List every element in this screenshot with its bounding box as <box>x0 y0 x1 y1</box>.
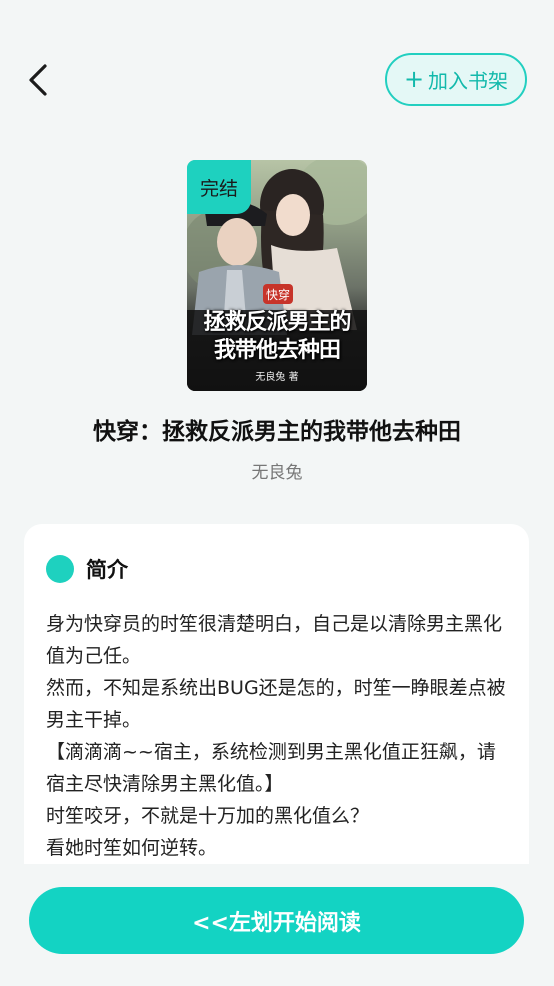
add-to-shelf-label: 加入书架 <box>428 69 509 93</box>
book-title: 快穿：拯救反派男主的我带他去种田 <box>93 419 461 445</box>
cover-title: 拯救反派男主的我带他去种田 <box>203 309 351 363</box>
intro-paragraph: 【滴滴滴~~宿主，系统检测到男主黑化值正狂飙，请宿主尽快清除男主黑化值。】 <box>46 741 496 795</box>
intro-text: 身为快穿员的时笙很清楚明白，自己是以清除男主黑化值为己任。 然而，不知是系统出B… <box>46 608 506 864</box>
genre-tag: 快穿 <box>263 284 293 304</box>
section-dot-icon <box>46 555 74 583</box>
intro-paragraph: 时笙咬牙，不就是十万加的黑化值么？ <box>46 805 370 827</box>
cover-author: 无良兔 著 <box>255 372 299 383</box>
intro-paragraph: 身为快穿员的时笙很清楚明白，自己是以清除男主黑化值为己任。 <box>46 613 503 667</box>
add-to-shelf-button[interactable]: + 加入书架 <box>385 53 527 106</box>
intro-header: 简介 <box>46 554 128 584</box>
intro-heading: 简介 <box>86 558 128 582</box>
book-author[interactable]: 无良兔 <box>0 458 554 483</box>
plus-icon: + <box>403 64 425 93</box>
intro-paragraph: 看她时笙如何逆转。 <box>46 837 218 859</box>
start-reading-button[interactable]: <<左划开始阅读 <box>29 887 524 954</box>
intro-paragraph: 然而，不知是系统出BUG还是怎的，时笙一睁眼差点被男主干掉。 <box>46 677 506 731</box>
intro-card: 简介 身为快穿员的时笙很清楚明白，自己是以清除男主黑化值为己任。 然而，不知是系… <box>24 524 529 864</box>
back-button[interactable] <box>18 56 58 104</box>
completed-badge: 完结 <box>187 160 251 214</box>
book-cover: 完结 快穿 拯救反派男主的我带他去种田 无良兔 著 <box>187 160 367 391</box>
chevron-left-icon <box>29 64 47 96</box>
